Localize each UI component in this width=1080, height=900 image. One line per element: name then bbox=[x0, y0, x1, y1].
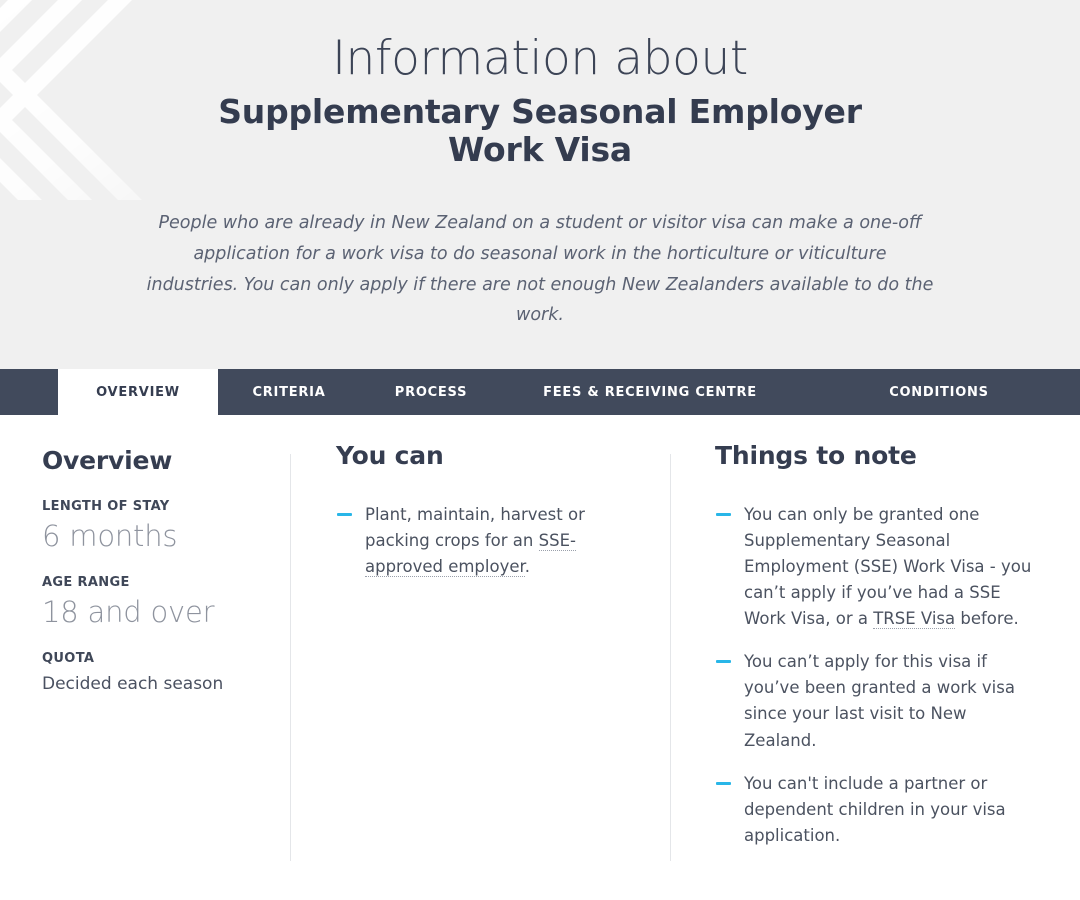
bullet-text-after: before. bbox=[955, 609, 1019, 629]
header-eyebrow: Information about bbox=[332, 31, 748, 86]
overview-heading: Overview bbox=[42, 446, 173, 475]
column-you-can: You can Plant, maintain, harvest or pack… bbox=[290, 441, 670, 900]
bullet-text-before: You can't include a partner or dependent… bbox=[744, 773, 1006, 845]
dash-bullet-icon bbox=[716, 781, 731, 785]
header-text-block: Information about Supplementary Seasonal… bbox=[0, 0, 1080, 331]
fact-length-of-stay: LENGTH OF STAY 6 months bbox=[42, 499, 262, 553]
you-can-list: Plant, maintain, harvest or packing crop… bbox=[336, 502, 636, 580]
page-title: Supplementary Seasonal Employer Work Vis… bbox=[218, 91, 862, 170]
bullet-text-after: . bbox=[524, 557, 531, 577]
fact-age-range: AGE RANGE 18 and over bbox=[42, 575, 262, 629]
list-item: You can't include a partner or dependent… bbox=[715, 771, 1040, 849]
section-tabbar: OVERVIEW CRITERIA PROCESS FEES & RECEIVI… bbox=[0, 369, 1080, 415]
tab-criteria-label: CRITERIA bbox=[252, 384, 326, 400]
things-to-note-list: You can only be granted one Supplementar… bbox=[715, 502, 1040, 849]
fact-value-length-of-stay: 6 months bbox=[42, 519, 178, 553]
you-can-heading: You can bbox=[336, 441, 444, 470]
dash-bullet-icon bbox=[716, 513, 731, 516]
tab-conditions-label: CONDITIONS bbox=[889, 384, 989, 400]
tab-process-label: PROCESS bbox=[394, 384, 468, 400]
tab-overview-label: OVERVIEW bbox=[96, 384, 180, 400]
fact-quota: QUOTA Decided each season bbox=[42, 651, 262, 696]
fact-label-quota: QUOTA bbox=[42, 650, 95, 666]
tab-process[interactable]: PROCESS bbox=[360, 369, 502, 415]
page-header: Information about Supplementary Seasonal… bbox=[0, 0, 1080, 369]
bullet-text-before: You can’t apply for this visa if you’ve … bbox=[744, 652, 1015, 750]
tab-overview[interactable]: OVERVIEW bbox=[58, 369, 218, 415]
fact-value-age-range: 18 and over bbox=[42, 594, 215, 629]
header-lede-paragraph: People who are already in New Zealand on… bbox=[146, 212, 934, 326]
fact-value-quota: Decided each season bbox=[42, 673, 224, 694]
content-area: Overview LENGTH OF STAY 6 months AGE RAN… bbox=[0, 415, 1080, 900]
list-item: You can only be granted one Supplementar… bbox=[715, 502, 1040, 632]
list-item: Plant, maintain, harvest or packing crop… bbox=[336, 502, 636, 580]
page-root: Information about Supplementary Seasonal… bbox=[0, 0, 1080, 900]
things-to-note-heading: Things to note bbox=[715, 441, 917, 470]
fact-label-age-range: AGE RANGE bbox=[42, 574, 130, 590]
column-things-to-note: Things to note You can only be granted o… bbox=[670, 441, 1080, 900]
tab-criteria[interactable]: CRITERIA bbox=[218, 369, 360, 415]
tab-fees-label: FEES & RECEIVING CENTRE bbox=[543, 384, 757, 400]
abbr-trse-visa[interactable]: TRSE Visa bbox=[873, 609, 956, 630]
fact-label-length-of-stay: LENGTH OF STAY bbox=[42, 499, 170, 514]
tabbar-left-spacer bbox=[0, 369, 58, 415]
column-overview: Overview LENGTH OF STAY 6 months AGE RAN… bbox=[0, 446, 290, 900]
dash-bullet-icon bbox=[337, 513, 352, 516]
dash-bullet-icon bbox=[716, 660, 731, 664]
tab-fees-and-receiving-centre[interactable]: FEES & RECEIVING CENTRE bbox=[502, 369, 798, 415]
list-item: You can’t apply for this visa if you’ve … bbox=[715, 649, 1040, 753]
tab-conditions[interactable]: CONDITIONS bbox=[798, 369, 1080, 415]
